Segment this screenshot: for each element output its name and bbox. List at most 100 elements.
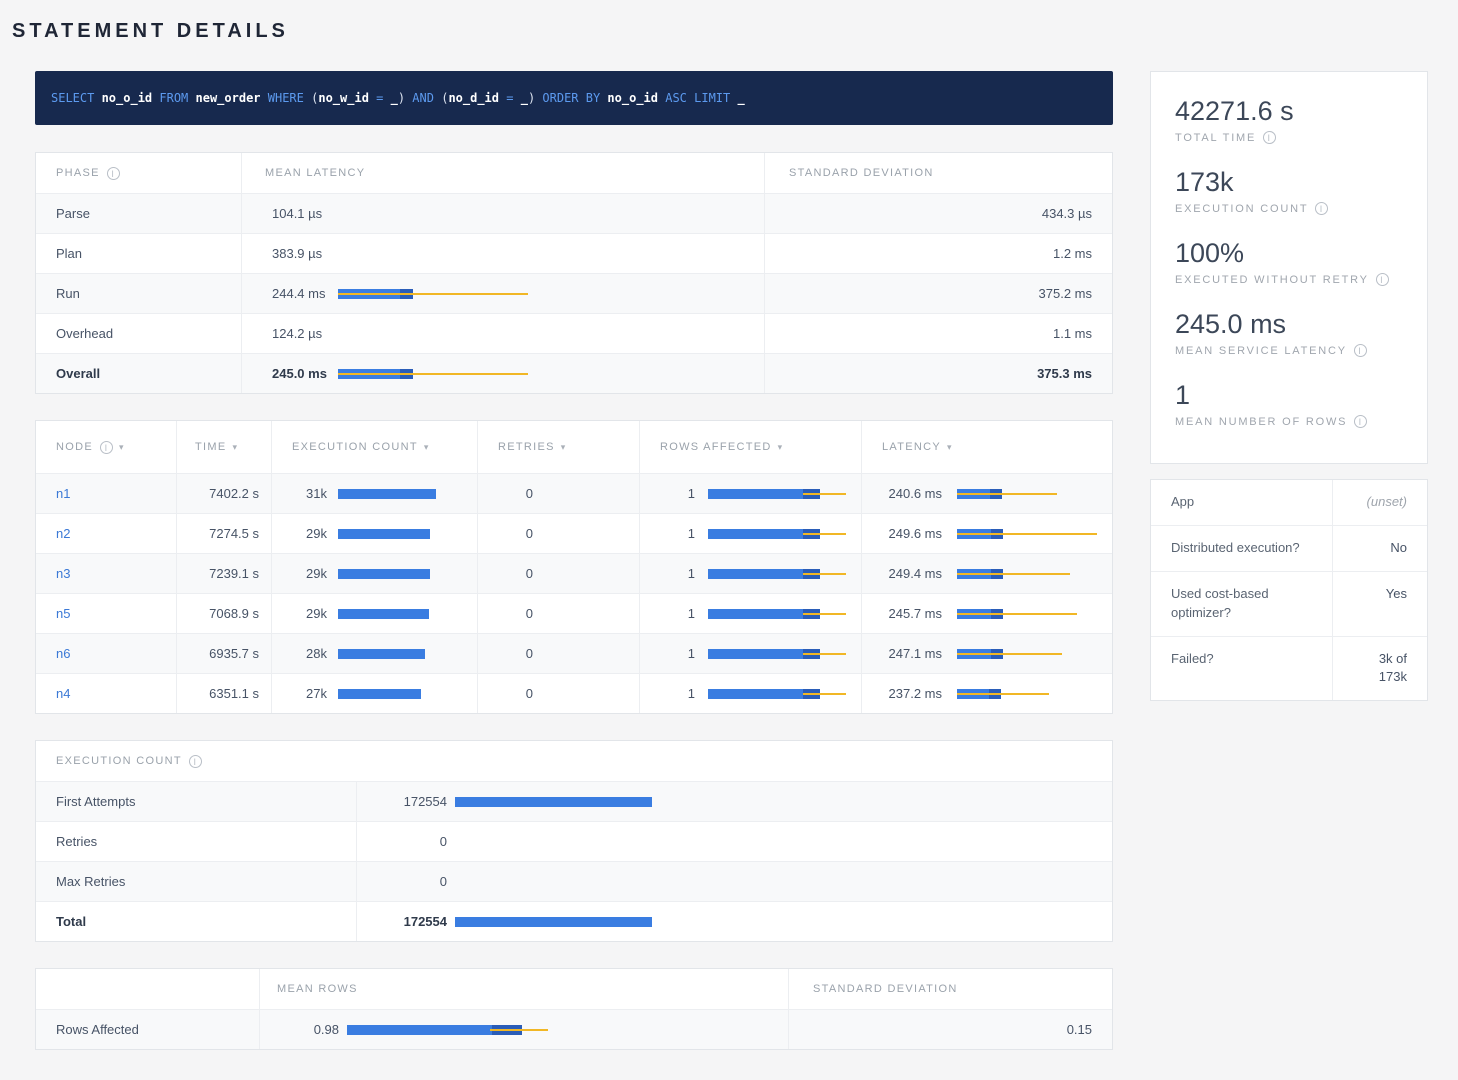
stat-value: 42271.6 s — [1175, 96, 1403, 127]
sort-arrow-icon[interactable]: ▾ — [561, 442, 567, 453]
detail-label: Distributed execution? — [1151, 526, 1333, 571]
phase-name: Parse — [36, 194, 241, 233]
node-link[interactable]: n3 — [56, 566, 70, 581]
retries-cell: 0 — [477, 474, 639, 513]
latency-cell: 249.4 ms — [861, 554, 1112, 593]
std-dev-value: 1.2 ms — [764, 234, 1112, 273]
phase-table-row: Plan383.9 µs1.2 ms — [36, 233, 1112, 273]
time-value: 6351.1 s — [176, 674, 271, 713]
std-dev-column-header: STANDARD DEVIATION — [788, 969, 1112, 1009]
info-icon[interactable]: i — [1315, 202, 1328, 215]
bar-stddev-line — [490, 1029, 548, 1031]
node-table-header: NODEi▾TIME▾EXECUTION COUNT▾RETRIES▾ROWS … — [36, 421, 1112, 473]
std-dev-value: 375.3 ms — [764, 354, 1112, 393]
execution-count-cell: 29k — [271, 594, 477, 633]
execution-count-table: EXECUTION COUNT i First Attempts172554Re… — [35, 740, 1113, 942]
phase-name: Overall — [36, 354, 241, 393]
retries-cell: 0 — [477, 674, 639, 713]
summary-stat: 42271.6 sTOTAL TIMEi — [1175, 96, 1403, 144]
retries-value: 0 — [478, 486, 533, 501]
execution-count-value: 0 — [357, 874, 447, 889]
execution-count-cell: 27k — [271, 674, 477, 713]
sql-token: _ — [391, 91, 398, 105]
detail-value-text: No — [1390, 539, 1407, 558]
node-link[interactable]: n1 — [56, 486, 70, 501]
rows-affected-cell: 1 — [639, 514, 861, 553]
node-table-row: n37239.1 s29k01249.4 ms — [36, 553, 1112, 593]
bar-chart — [708, 689, 846, 699]
mean-rows-column-header: MEAN ROWS — [259, 969, 788, 1009]
node-table-row: n17402.2 s31k01240.6 ms — [36, 473, 1112, 513]
phase-table-row: Run244.4 ms375.2 ms — [36, 273, 1112, 313]
execution-count-cell: 31k — [271, 474, 477, 513]
execution-count-row: Max Retries0 — [36, 861, 1112, 901]
detail-value-text: 3k of 173k — [1349, 650, 1407, 688]
rows-affected-body: Rows Affected0.980.15 — [36, 1009, 1112, 1049]
header-label: EXECUTION COUNT — [292, 441, 418, 453]
detail-label: Used cost-based optimizer? — [1151, 572, 1333, 636]
sidebar: 42271.6 sTOTAL TIMEi 173kEXECUTION COUNTi… — [1150, 71, 1428, 701]
node-link[interactable]: n5 — [56, 606, 70, 621]
node-link[interactable]: n2 — [56, 526, 70, 541]
bar-chart — [338, 289, 528, 299]
info-icon[interactable]: i — [189, 755, 202, 768]
header-label: MEAN LATENCY — [265, 167, 365, 179]
bar-stddev-line — [957, 653, 1062, 655]
execution-count-cell: 29k — [271, 514, 477, 553]
execution-count-value-cell: 0 — [356, 862, 1112, 901]
retries-cell: 0 — [477, 554, 639, 593]
bar-chart — [957, 529, 1097, 539]
summary-stat: 173kEXECUTION COUNTi — [1175, 167, 1403, 215]
std-dev-value: 0.15 — [788, 1010, 1112, 1049]
latency-cell: 247.1 ms — [861, 634, 1112, 673]
latency-value: 247.1 ms — [862, 646, 942, 661]
sql-token: no_o_id — [102, 91, 160, 105]
node-link[interactable]: n4 — [56, 686, 70, 701]
std-dev-value: 375.2 ms — [764, 274, 1112, 313]
phase-table-body: Parse104.1 µs434.3 µsPlan383.9 µs1.2 msR… — [36, 193, 1112, 393]
column-header-node: NODEi▾ — [36, 421, 176, 473]
info-icon[interactable]: i — [1263, 131, 1276, 144]
mean-latency-column-header: MEAN LATENCY — [241, 153, 764, 193]
execution-count-value: 29k — [272, 606, 327, 621]
stat-label: EXECUTION COUNTi — [1175, 202, 1403, 215]
bar-chart — [957, 689, 1049, 699]
sort-arrow-icon[interactable]: ▾ — [947, 442, 953, 453]
sort-arrow-icon[interactable]: ▾ — [778, 442, 784, 453]
bar-stddev-line — [957, 573, 1070, 575]
sort-arrow-icon[interactable]: ▾ — [119, 442, 125, 453]
info-icon[interactable]: i — [1376, 273, 1389, 286]
bar-chart — [338, 689, 421, 699]
latency-cell: 245.7 ms — [861, 594, 1112, 633]
sort-arrow-icon[interactable]: ▾ — [232, 442, 238, 453]
time-value: 7274.5 s — [176, 514, 271, 553]
bar-chart — [708, 649, 846, 659]
mean-rows-value: 0.98 — [260, 1022, 339, 1037]
info-icon[interactable]: i — [1354, 415, 1367, 428]
node-cell: n1 — [36, 474, 176, 513]
header-label: MEAN ROWS — [277, 983, 358, 995]
latency-cell: 249.6 ms — [861, 514, 1112, 553]
execution-count-label: Max Retries — [36, 862, 356, 901]
execution-count-value-cell: 0 — [356, 822, 1112, 861]
bar-stddev-line — [338, 293, 528, 295]
info-icon[interactable]: i — [107, 167, 120, 180]
phase-name: Run — [36, 274, 241, 313]
rows-affected-value: 1 — [640, 606, 695, 621]
bar-chart — [708, 609, 846, 619]
bar-mean — [338, 489, 436, 499]
time-value: 6935.7 s — [176, 634, 271, 673]
execution-count-value: 27k — [272, 686, 327, 701]
latency-value: 249.4 ms — [862, 566, 942, 581]
time-value: 7239.1 s — [176, 554, 271, 593]
info-icon[interactable]: i — [1354, 344, 1367, 357]
info-icon[interactable]: i — [100, 441, 113, 454]
stat-label-text: MEAN NUMBER OF ROWS — [1175, 416, 1347, 428]
sort-arrow-icon[interactable]: ▾ — [424, 442, 430, 453]
bar-mean — [338, 609, 429, 619]
node-cell: n6 — [36, 634, 176, 673]
phase-table-row: Parse104.1 µs434.3 µs — [36, 193, 1112, 233]
node-link[interactable]: n6 — [56, 646, 70, 661]
node-cell: n3 — [36, 554, 176, 593]
stat-label: MEAN SERVICE LATENCYi — [1175, 344, 1403, 357]
